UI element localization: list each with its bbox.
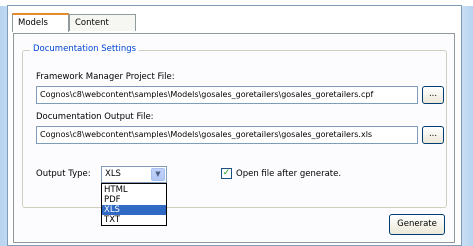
tab-content-store[interactable]: Content Store (69, 14, 136, 44)
open-after-checkbox[interactable]: ✓ (221, 168, 232, 179)
output-file-field[interactable]: Cognos\c8\webcontent\samples\Models\gosa… (36, 126, 418, 144)
browse-output-file-button[interactable]: ... (422, 126, 444, 144)
output-type-label: Output Type: (36, 169, 91, 179)
output-file-label: Documentation Output File: (36, 112, 154, 122)
option-xls[interactable]: XLS (102, 205, 166, 215)
output-type-value: XLS (105, 169, 121, 179)
output-type-dropdown-list: HTML PDF XLS TXT (101, 183, 167, 226)
project-file-field[interactable]: Cognos\c8\webcontent\samples\Models\gosa… (36, 86, 418, 104)
output-type-select[interactable]: XLS ▼ (101, 166, 167, 183)
chevron-down-icon[interactable]: ▼ (151, 168, 165, 181)
open-after-label: Open file after generate. (236, 169, 342, 179)
settings-window: Models Content Store Documentation Setti… (7, 5, 462, 246)
browse-project-file-button[interactable]: ... (422, 86, 444, 104)
generate-button[interactable]: Generate (389, 214, 445, 235)
section-title: Documentation Settings (30, 44, 140, 54)
option-txt[interactable]: TXT (102, 215, 166, 225)
tab-models[interactable]: Models (12, 13, 69, 32)
option-html[interactable]: HTML (102, 185, 166, 195)
option-pdf[interactable]: PDF (102, 195, 166, 205)
tab-panel: Documentation Settings Framework Manager… (13, 33, 455, 243)
project-file-label: Framework Manager Project File: (36, 72, 175, 82)
